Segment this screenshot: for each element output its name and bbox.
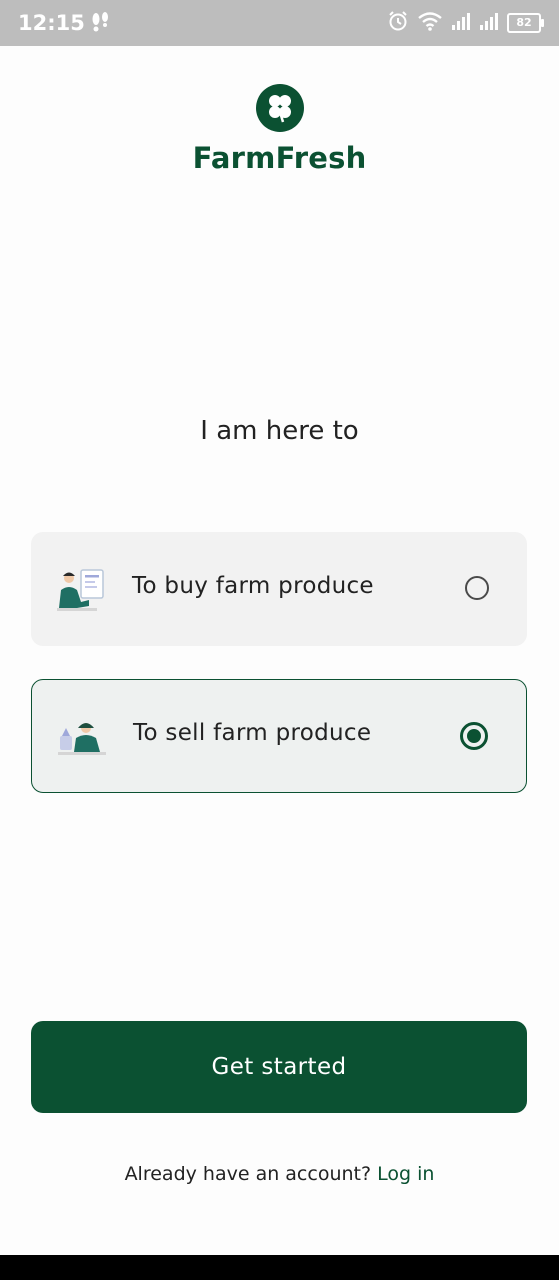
option-sell-label: To sell farm produce [133, 720, 372, 746]
page-heading: I am here to [200, 416, 359, 446]
radio-sell[interactable] [460, 722, 488, 750]
option-buy-label: To buy farm produce [132, 573, 374, 599]
status-time: 12:15 [18, 11, 85, 35]
system-nav-bar [0, 1255, 559, 1280]
option-buy[interactable]: To buy farm produce [31, 532, 527, 646]
login-link[interactable]: Log in [377, 1163, 434, 1185]
signal-icon [451, 11, 471, 35]
radio-buy[interactable] [465, 576, 489, 600]
clover-logo-icon [255, 84, 304, 132]
app-logo [0, 84, 559, 132]
login-prompt: Already have an account? Log in [0, 1163, 559, 1185]
get-started-button[interactable]: Get started [31, 1021, 527, 1113]
seller-illustration [56, 714, 108, 762]
wifi-icon [417, 10, 443, 36]
alarm-icon [387, 10, 409, 36]
brand-name: FarmFresh [192, 141, 367, 175]
status-bar: 12:15 82 [0, 0, 559, 46]
option-sell[interactable]: To sell farm produce [31, 679, 527, 793]
battery-icon: 82 [507, 13, 544, 33]
login-prompt-text: Already have an account? [124, 1163, 372, 1185]
footprint-icon [90, 10, 112, 38]
signal-icon [479, 11, 499, 35]
buyer-illustration [55, 566, 107, 614]
